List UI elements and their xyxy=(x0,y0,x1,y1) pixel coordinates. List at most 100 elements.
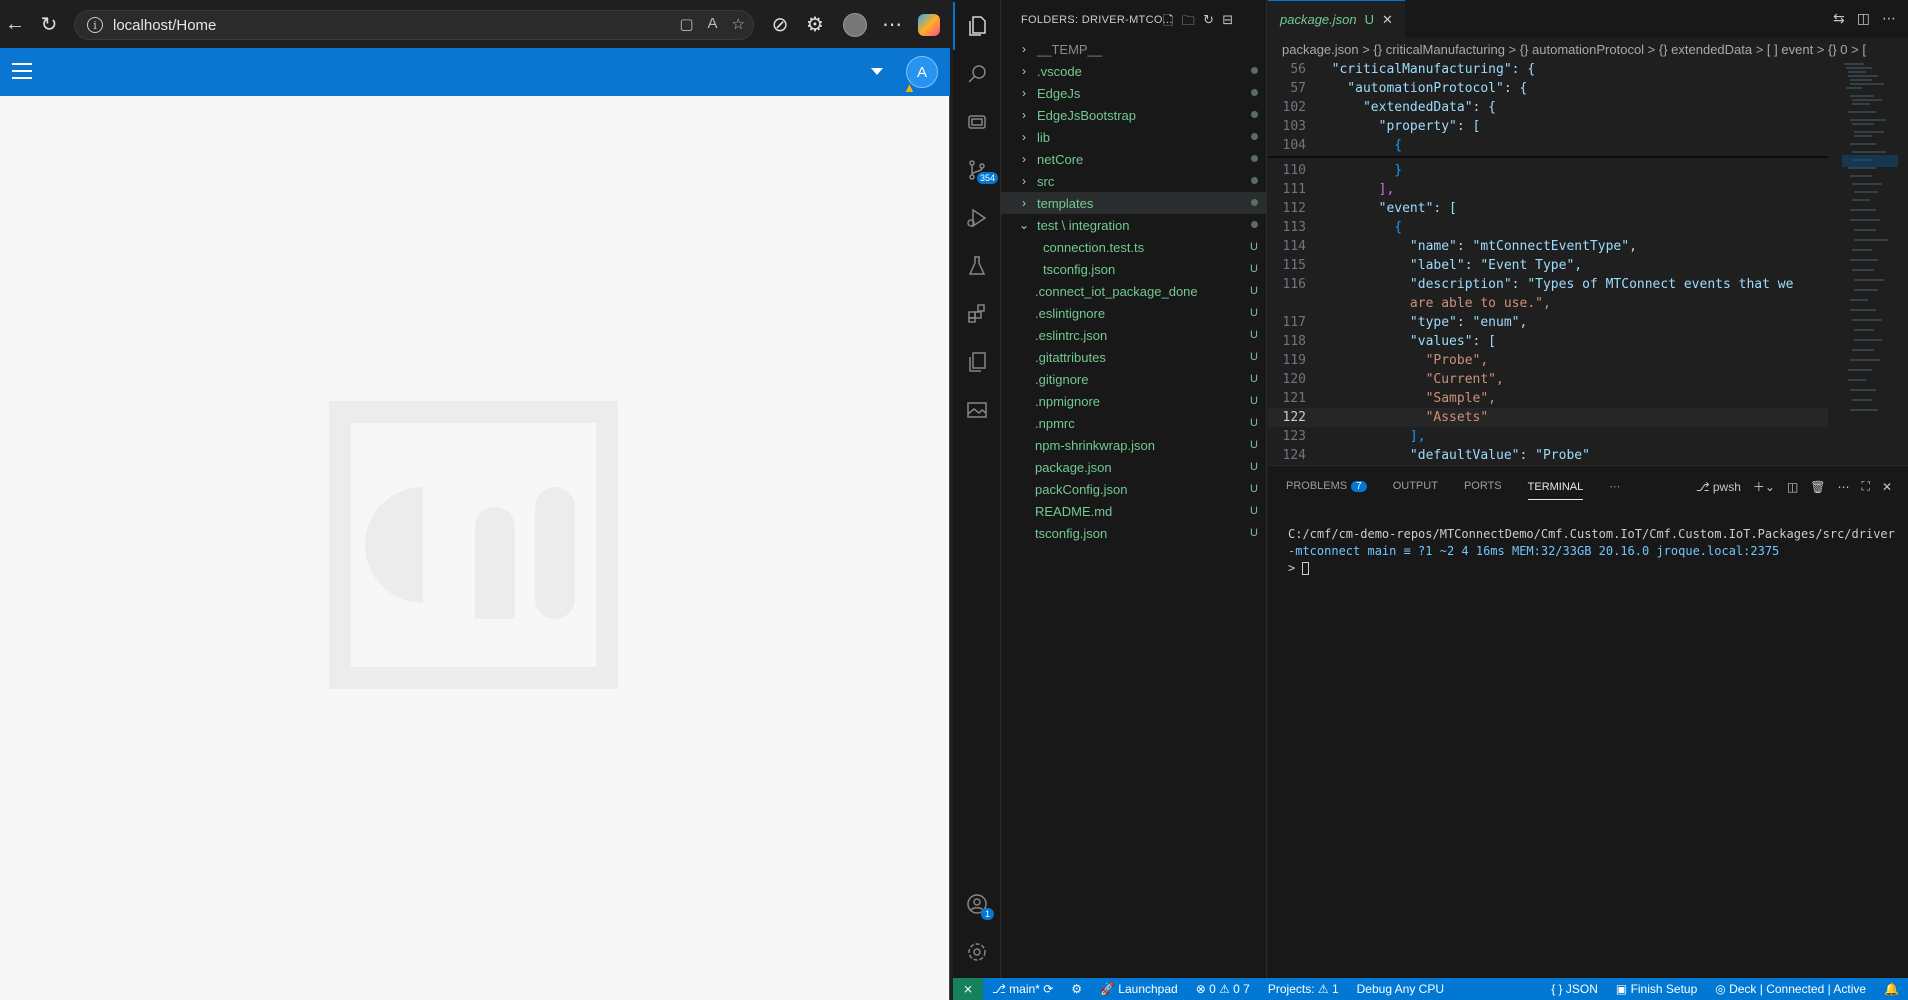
tree-file-readme[interactable]: README.md U xyxy=(1001,500,1267,522)
tree-folder-vscode[interactable]: › .vscode xyxy=(1001,60,1267,82)
code-line: 124 "defaultValue": "Probe" xyxy=(1282,448,1590,463)
breadcrumb[interactable]: package.json > {} criticalManufacturing … xyxy=(1268,38,1908,60)
favorite-star-icon[interactable]: ☆ xyxy=(732,15,745,33)
terminal-cursor xyxy=(1302,562,1310,575)
close-panel-icon[interactable]: ✕ xyxy=(1882,480,1892,494)
tab-problems[interactable]: PROBLEMS 7 xyxy=(1286,480,1367,492)
tab-terminal[interactable]: TERMINAL xyxy=(1527,481,1584,500)
split-screen-icon[interactable]: ▢ xyxy=(679,15,693,33)
tree-file-tsconfig[interactable]: tsconfig.json U xyxy=(1001,522,1267,544)
code-line: 56 "criticalManufacturing": { xyxy=(1290,62,1536,77)
tab-ports[interactable]: PORTS xyxy=(1464,480,1502,492)
tree-file-tsconfig-test[interactable]: tsconfig.json U xyxy=(1001,258,1267,280)
tree-file-connect-iot-package-done[interactable]: .connect_iot_package_done U xyxy=(1001,280,1267,302)
tree-file-packconfig[interactable]: packConfig.json U xyxy=(1001,478,1267,500)
code-line: 119 "Probe", xyxy=(1282,353,1489,368)
status-dot xyxy=(1250,199,1258,206)
dropdown-caret-icon[interactable] xyxy=(871,68,883,75)
code-line: 111 ], xyxy=(1282,182,1395,197)
tab-status: U xyxy=(1364,12,1375,27)
testing-flask-icon[interactable] xyxy=(953,242,1001,290)
explorer-icon[interactable] xyxy=(953,2,1001,50)
terminal-shell-icon[interactable]: ⎇ pwsh xyxy=(1696,480,1741,494)
tree-file-connection-test[interactable]: connection.test.ts U xyxy=(1001,236,1267,258)
run-debug-icon[interactable] xyxy=(953,194,1001,242)
new-folder-icon[interactable]: 🗀 xyxy=(1182,12,1195,34)
split-terminal-icon[interactable]: ◫ xyxy=(1787,480,1798,494)
minimap[interactable] xyxy=(1842,60,1898,440)
git-branch[interactable]: ⎇ main* ⟳ xyxy=(983,982,1062,996)
chevron-right-icon: › xyxy=(1022,174,1026,188)
tree-file-npmrc[interactable]: .npmrc U xyxy=(1001,412,1267,434)
tree-folder-test-integration[interactable]: ⌄ test \ integration xyxy=(1001,214,1267,236)
search-icon[interactable] xyxy=(953,50,1001,98)
settings-gear-icon[interactable] xyxy=(953,928,1001,976)
address-bar[interactable]: i localhost/Home ▢ A ☆ xyxy=(74,10,754,40)
edge-copilot-icon[interactable]: ⊘ xyxy=(765,9,795,39)
tree-folder-templates[interactable]: › templates xyxy=(1001,192,1267,214)
terminal-status-line: -mtconnect main ≡ ?1 ~2 4 16ms MEM:32/33… xyxy=(1288,544,1780,558)
refresh-icon[interactable]: ↻ xyxy=(34,9,64,39)
tree-file-gitattributes[interactable]: .gitattributes U xyxy=(1001,346,1267,368)
tree-folder-src[interactable]: › src xyxy=(1001,170,1267,192)
editor-tabbar: package.json U ✕ ⇆ ◫ ⋯ xyxy=(1268,0,1908,38)
finish-setup[interactable]: ▣ Finish Setup xyxy=(1607,982,1706,996)
hamburger-menu-icon[interactable] xyxy=(12,63,32,81)
notifications-bell-icon[interactable]: 🔔 xyxy=(1875,982,1908,996)
tree-file-eslintrc[interactable]: .eslintrc.json U xyxy=(1001,324,1267,346)
editor-more-icon[interactable]: ⋯ xyxy=(1882,10,1896,27)
tab-package-json[interactable]: package.json U ✕ xyxy=(1268,0,1405,38)
panel-more-actions-icon[interactable]: ⋯ xyxy=(1838,480,1850,494)
accounts-icon[interactable]: 1 xyxy=(953,880,1001,928)
copilot-icon[interactable] xyxy=(918,14,940,36)
tree-folder-lib[interactable]: › lib xyxy=(1001,126,1267,148)
read-aloud-icon[interactable]: A xyxy=(708,15,718,33)
accounts-status-icon[interactable]: ⚙ xyxy=(1062,982,1091,996)
tree-folder-temp[interactable]: › __TEMP__ xyxy=(1001,38,1267,60)
source-control-icon[interactable]: 354 xyxy=(953,146,1001,194)
new-file-icon[interactable]: 🗋 xyxy=(1163,12,1174,34)
extensions-icon[interactable]: ⚙ xyxy=(800,9,830,39)
tree-file-package-json[interactable]: package.json U xyxy=(1001,456,1267,478)
close-icon[interactable]: ✕ xyxy=(1382,12,1393,28)
terminal-output[interactable]: C:/cmf/cm-demo-repos/MTConnectDemo/Cmf.C… xyxy=(1268,506,1908,577)
panel-more-icon[interactable]: ⋯ xyxy=(1609,480,1620,493)
debug-config[interactable]: Debug Any CPU xyxy=(1348,982,1453,996)
collapse-all-icon[interactable]: ⊟ xyxy=(1222,12,1233,34)
copy-pages-icon[interactable] xyxy=(953,338,1001,386)
back-icon[interactable]: ← xyxy=(0,9,30,39)
code-line: 115 "label": "Event Type", xyxy=(1282,258,1583,273)
status-dot xyxy=(1250,67,1258,74)
kill-terminal-icon[interactable]: 🗑 xyxy=(1810,480,1825,494)
scm-badge: 354 xyxy=(977,172,999,184)
deck-status[interactable]: ◎ Deck | Connected | Active xyxy=(1706,982,1875,996)
tree-file-npm-shrinkwrap[interactable]: npm-shrinkwrap.json U xyxy=(1001,434,1267,456)
compare-icon[interactable]: ⇆ xyxy=(1833,10,1845,27)
sticky-scroll-divider xyxy=(1268,156,1828,158)
projects-status[interactable]: Projects: ⚠ 1 xyxy=(1259,982,1348,996)
language-mode[interactable]: { } JSON xyxy=(1542,982,1607,996)
split-editor-icon[interactable]: ◫ xyxy=(1857,10,1870,27)
launchpad[interactable]: 🚀 Launchpad xyxy=(1091,982,1187,996)
tree-folder-edgejs[interactable]: › EdgeJs xyxy=(1001,82,1267,104)
new-terminal-icon[interactable]: ＋⌄ xyxy=(1753,478,1775,495)
profile-avatar[interactable] xyxy=(843,13,867,37)
tree-file-eslintignore[interactable]: .eslintignore U xyxy=(1001,302,1267,324)
tree-file-gitignore[interactable]: .gitignore U xyxy=(1001,368,1267,390)
extensions-icon[interactable] xyxy=(953,290,1001,338)
refresh-explorer-icon[interactable]: ↻ xyxy=(1203,12,1214,34)
code-line: 102 "extendedData": { xyxy=(1282,100,1497,115)
tree-folder-netcore[interactable]: › netCore xyxy=(1001,148,1267,170)
image-preview-icon[interactable] xyxy=(953,386,1001,434)
tree-folder-edgejsbootstrap[interactable]: › EdgeJsBootstrap xyxy=(1001,104,1267,126)
code-editor[interactable]: 56 "criticalManufacturing": { 57 "automa… xyxy=(1268,60,1828,465)
info-icon[interactable]: i xyxy=(87,17,103,33)
remote-explorer-icon[interactable] xyxy=(953,98,1001,146)
remote-indicator-icon[interactable]: ⨯ xyxy=(953,978,983,1000)
more-menu-icon[interactable]: ⋯ xyxy=(877,9,907,39)
problems-status[interactable]: ⊗ 0 ⚠ 0 7 xyxy=(1187,982,1259,996)
tab-output[interactable]: OUTPUT xyxy=(1393,480,1438,492)
maximize-panel-icon[interactable]: ⛶ xyxy=(1862,479,1870,494)
tree-file-npmignore[interactable]: .npmignore U xyxy=(1001,390,1267,412)
warning-icon: ▲ xyxy=(903,80,916,95)
